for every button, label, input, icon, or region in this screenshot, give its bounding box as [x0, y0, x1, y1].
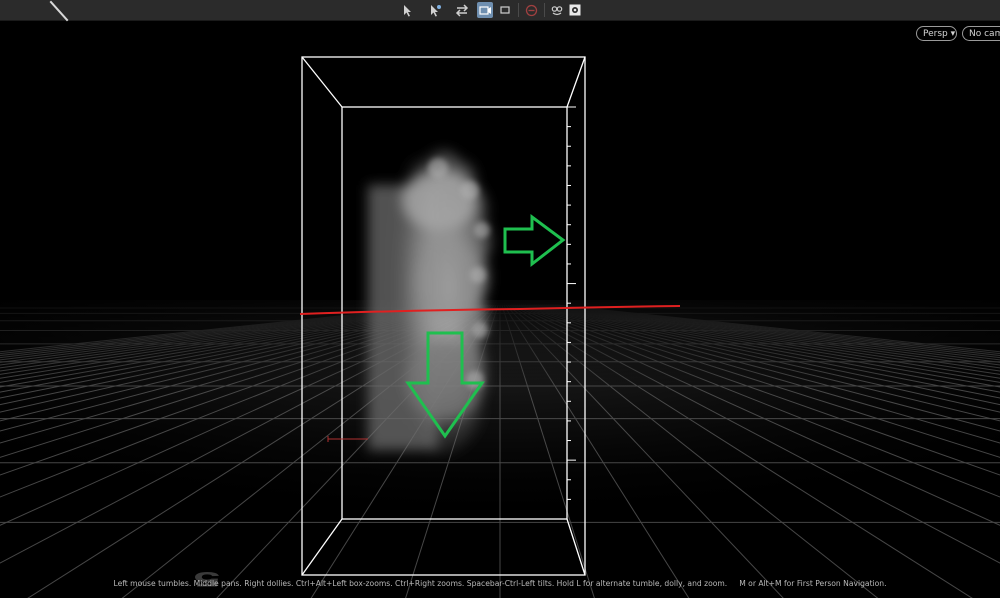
toolbar-separator — [544, 3, 545, 17]
floor-grid — [0, 300, 1000, 598]
select-tool-icon[interactable] — [400, 2, 416, 18]
pane-divider — [49, 0, 69, 22]
display-options-icon[interactable] — [497, 2, 513, 18]
render-region-icon[interactable] — [549, 2, 565, 18]
transform-tool-icon[interactable] — [427, 2, 443, 18]
smoke-volume — [368, 150, 493, 456]
toolbar-separator — [518, 3, 519, 17]
camera-settings-icon[interactable] — [567, 2, 583, 18]
camera-menu[interactable]: Persp ▾ — [916, 26, 957, 41]
handle-tool-icon[interactable] — [454, 2, 470, 18]
viewport-toolbar — [0, 0, 1000, 22]
status-bar: Left mouse tumbles. Middle pans. Right d… — [0, 578, 1000, 590]
annotation-arrow-right — [503, 214, 566, 268]
cam-menu[interactable]: No cam ▾ — [962, 26, 1000, 41]
view-tool-icon[interactable] — [477, 2, 493, 18]
no-entry-icon[interactable] — [523, 2, 539, 18]
3d-viewport[interactable]: 5 — [0, 21, 1000, 598]
status-hint: Left mouse tumbles. Middle pans. Right d… — [113, 579, 728, 588]
status-hint-navigation: M or Alt+M for First Person Navigation. — [739, 579, 887, 588]
